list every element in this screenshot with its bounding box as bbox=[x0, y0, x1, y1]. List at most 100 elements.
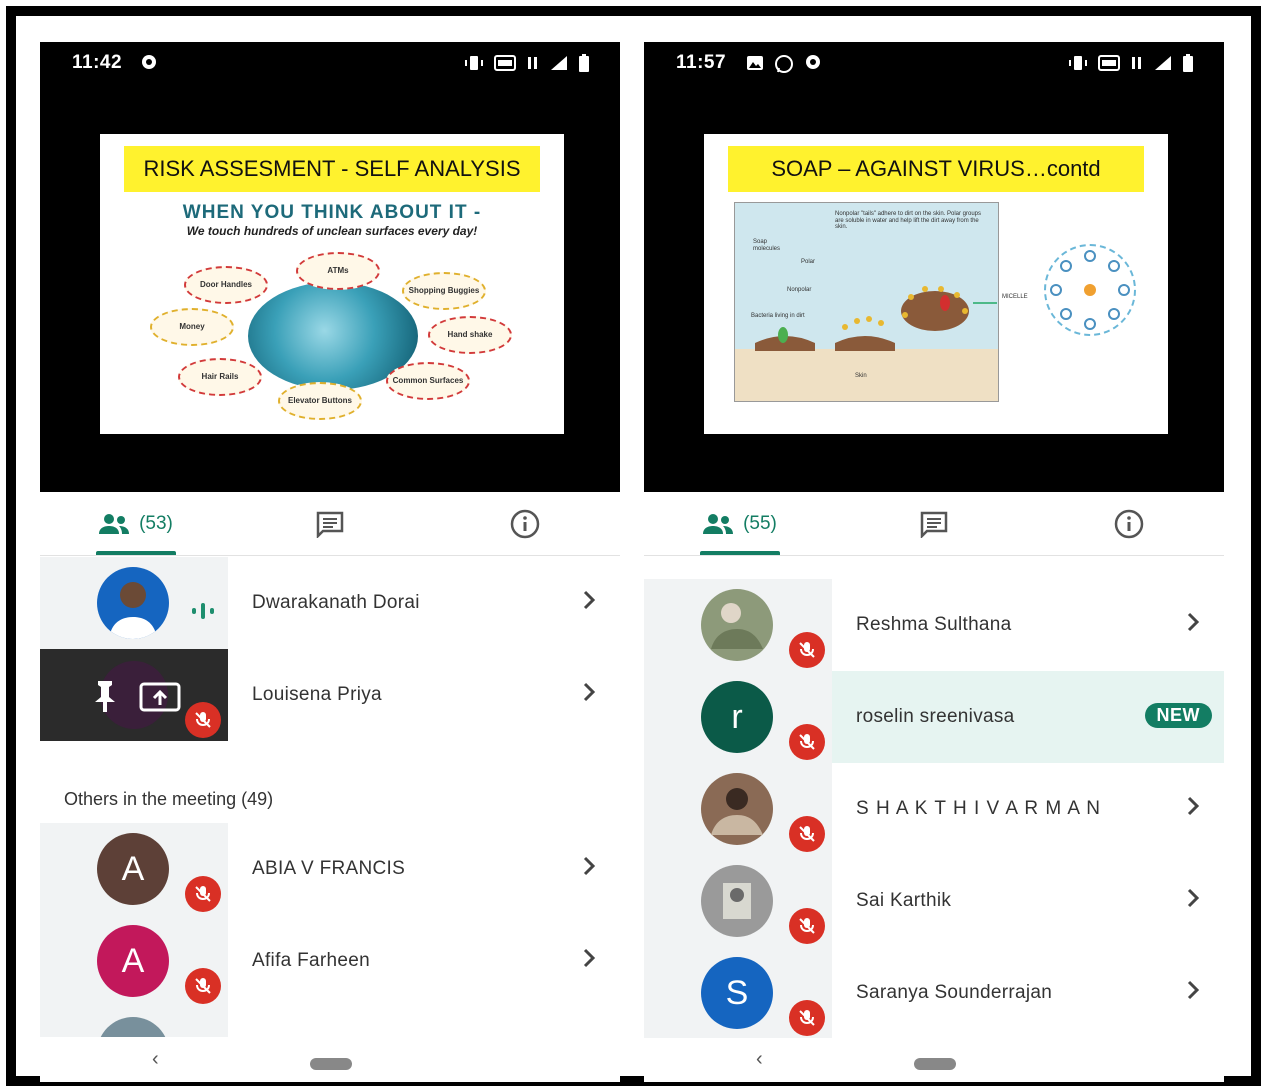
avatar bbox=[97, 567, 169, 639]
vibrate-icon bbox=[1069, 56, 1087, 70]
person-photo-icon bbox=[711, 603, 763, 649]
avatar: A bbox=[97, 925, 169, 997]
presentation-area: 11:42 RISK ASSESMENT - SELF ANALYSIS WHE… bbox=[40, 42, 620, 492]
tab-chat[interactable] bbox=[285, 492, 375, 556]
participant-tile: r bbox=[644, 671, 832, 763]
muted-mic-icon bbox=[789, 908, 825, 944]
bubble: Door Handles bbox=[184, 266, 268, 304]
micelle-illustration bbox=[1044, 244, 1136, 336]
status-time: 11:57 bbox=[676, 52, 727, 73]
tab-info[interactable] bbox=[1084, 492, 1174, 556]
muted-mic-icon bbox=[789, 632, 825, 668]
participant-row[interactable]: Reshma Sulthana bbox=[644, 579, 1224, 671]
new-badge: NEW bbox=[1144, 703, 1212, 728]
participant-row[interactable]: A ABIA V FRANCIS bbox=[40, 823, 620, 915]
person-photo-icon bbox=[109, 582, 157, 639]
tab-chat[interactable] bbox=[889, 492, 979, 556]
avatar bbox=[701, 865, 773, 937]
chevron-right-icon[interactable] bbox=[582, 681, 596, 703]
home-pill[interactable] bbox=[310, 1058, 352, 1070]
participant-row[interactable]: Dwarakanath Dorai bbox=[40, 557, 620, 649]
bubble: Elevator Buttons bbox=[278, 382, 362, 420]
tab-people[interactable]: (55) bbox=[684, 492, 794, 556]
system-nav-bar: ‹ bbox=[40, 1038, 620, 1082]
meeting-tabs: (55) bbox=[644, 492, 1224, 556]
participant-row[interactable]: A bbox=[40, 1007, 620, 1037]
location-icon bbox=[806, 55, 820, 69]
avatar: A bbox=[97, 833, 169, 905]
meeting-tabs: (53) bbox=[40, 492, 620, 556]
whatsapp-icon bbox=[775, 55, 793, 73]
tab-indicator bbox=[96, 551, 176, 555]
battery-icon bbox=[579, 54, 589, 72]
pin-icon[interactable] bbox=[90, 679, 120, 713]
participant-name: ABIA V FRANCIS bbox=[252, 858, 406, 879]
speaking-indicator-icon bbox=[192, 603, 214, 619]
chevron-right-icon[interactable] bbox=[1186, 887, 1200, 909]
participant-tile: A bbox=[40, 915, 228, 1007]
participant-tile bbox=[644, 763, 832, 855]
info-icon bbox=[1114, 509, 1144, 539]
avatar: S bbox=[701, 957, 773, 1029]
avatar: r bbox=[701, 681, 773, 753]
slide-title: SOAP – AGAINST VIRUS…contd bbox=[728, 146, 1144, 192]
people-count: (55) bbox=[743, 513, 777, 534]
slide-tagline: We touch hundreds of unclean surfaces ev… bbox=[186, 224, 478, 238]
back-icon[interactable]: ‹ bbox=[152, 1048, 159, 1071]
battery-icon bbox=[1183, 54, 1193, 72]
avatar bbox=[701, 773, 773, 845]
participant-row[interactable]: S Saranya Sounderrajan bbox=[644, 947, 1224, 1039]
signal-icon bbox=[551, 56, 567, 70]
participant-tile: A bbox=[40, 1007, 228, 1037]
chevron-right-icon[interactable] bbox=[1186, 795, 1200, 817]
participant-row[interactable]: r roselin sreenivasa NEW bbox=[644, 671, 1224, 763]
chat-icon bbox=[316, 511, 344, 538]
participant-tile: S bbox=[644, 947, 832, 1039]
chevron-right-icon[interactable] bbox=[1186, 979, 1200, 1001]
location-icon bbox=[142, 55, 156, 69]
signal-icon bbox=[1155, 56, 1171, 70]
chevron-right-icon[interactable] bbox=[582, 947, 596, 969]
participant-name: Sai Karthik bbox=[856, 890, 952, 911]
phone-screen-left: 11:42 RISK ASSESMENT - SELF ANALYSIS WHE… bbox=[40, 42, 620, 1082]
vibrate-icon bbox=[465, 56, 483, 70]
back-icon[interactable]: ‹ bbox=[756, 1048, 763, 1071]
status-time: 11:42 bbox=[72, 52, 123, 73]
participant-row[interactable]: S H A K T H I V A R M A N bbox=[644, 763, 1224, 855]
participant-tile: A bbox=[40, 823, 228, 915]
bubble: Shopping Buggies bbox=[402, 272, 486, 310]
slide-subtitle: WHEN YOU THINK ABOUT IT - bbox=[182, 202, 482, 223]
presentation-area: 11:57 SOAP – AGAINST VIRUS…contd Nonpola… bbox=[644, 42, 1224, 492]
participant-tile bbox=[40, 557, 228, 649]
tab-info[interactable] bbox=[480, 492, 570, 556]
participant-row[interactable]: Sai Karthik bbox=[644, 855, 1224, 947]
participant-list: Reshma Sulthana r roselin sreenivasa NEW bbox=[644, 557, 1224, 1039]
participant-list: Dwarakanath Dorai Louisena Priya Others … bbox=[40, 557, 620, 1037]
chat-icon bbox=[920, 511, 948, 538]
chevron-right-icon[interactable] bbox=[582, 855, 596, 877]
phone-screen-right: 11:57 SOAP – AGAINST VIRUS…contd Nonpola… bbox=[644, 42, 1224, 1082]
muted-mic-icon bbox=[185, 876, 221, 912]
avatar: A bbox=[97, 1017, 169, 1037]
status-bar: 11:57 bbox=[644, 42, 1224, 82]
gallery-icon bbox=[747, 56, 763, 70]
chevron-right-icon[interactable] bbox=[582, 589, 596, 611]
participant-name: Saranya Sounderrajan bbox=[856, 982, 1053, 1003]
home-pill[interactable] bbox=[914, 1058, 956, 1070]
volte-icon bbox=[1098, 55, 1120, 71]
tab-indicator bbox=[700, 551, 780, 555]
tab-people[interactable]: (53) bbox=[80, 492, 190, 556]
participant-tile bbox=[40, 649, 228, 741]
participant-row[interactable]: A Afifa Farheen bbox=[40, 915, 620, 1007]
slide: RISK ASSESMENT - SELF ANALYSIS WHEN YOU … bbox=[100, 134, 564, 434]
soap-diagram: Nonpolar "tails" adhere to dirt on the s… bbox=[734, 202, 999, 402]
diagram-label: MICELLE bbox=[1002, 294, 1028, 300]
volte-icon bbox=[494, 55, 516, 71]
participant-row[interactable]: Louisena Priya bbox=[40, 649, 620, 741]
chevron-right-icon[interactable] bbox=[1186, 611, 1200, 633]
avatar bbox=[701, 589, 773, 661]
bubble: ATMs bbox=[296, 252, 380, 290]
system-nav-bar: ‹ bbox=[644, 1038, 1224, 1082]
network-4g-icon bbox=[1132, 57, 1141, 69]
people-icon bbox=[703, 514, 734, 534]
